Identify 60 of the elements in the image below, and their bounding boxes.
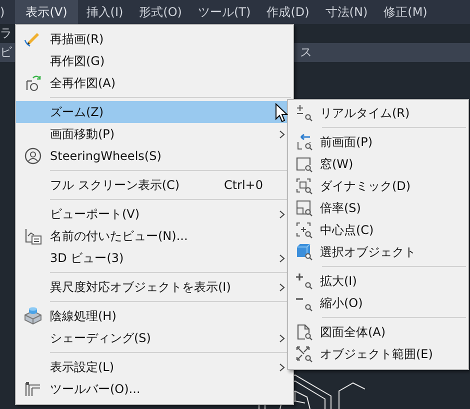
menu-item-label: 縮小(O) <box>320 294 364 312</box>
toolbar-label: ス <box>300 44 312 61</box>
menu-item-label: 拡大(I) <box>320 272 358 290</box>
dynamic-zoom-icon <box>295 177 313 195</box>
pencil-icon <box>24 30 42 48</box>
menu-item-label: ズーム(Z) <box>50 104 105 120</box>
menu-item[interactable]: ツールバー(O)... <box>16 378 293 400</box>
menu-bar-item[interactable]: 形式(O) <box>131 0 190 24</box>
menu-item-label: 異尺度対応オブジェクトを表示(I) <box>50 278 232 296</box>
menu-item-label: 表示設定(L) <box>50 358 116 376</box>
menu-bar-item[interactable]: 表示(V) <box>14 0 78 24</box>
refresh-drawing-icon <box>24 74 42 92</box>
menu-item[interactable]: ダイナミック(D) <box>288 175 468 197</box>
menu-item-label: 3D ビュー(3) <box>50 250 125 266</box>
menu-bar-item[interactable]: 修正(M) <box>376 0 436 24</box>
menu-item[interactable]: 再作図(G) <box>16 50 293 72</box>
menu-item-label: 再作図(G) <box>50 52 106 70</box>
menu-item-label: シェーディング(S) <box>50 330 152 346</box>
menu-item-label: 全再作図(A) <box>50 74 117 92</box>
plus-minus-zoom-icon <box>295 104 313 122</box>
menu-item-label: 再描画(R) <box>50 30 105 48</box>
menu-bar-item[interactable]: 寸法(N) <box>317 0 376 24</box>
center-zoom-icon <box>295 221 313 239</box>
menu-item-label: 中心点(C) <box>320 222 375 238</box>
menu-item-label: ツールバー(O)... <box>50 380 142 398</box>
toolbar-icon <box>24 380 42 398</box>
zoom-in-icon <box>295 272 313 290</box>
cursor-icon <box>275 103 288 123</box>
menu-bar-item[interactable]: ) <box>0 0 10 24</box>
menu-item-label: 図面全体(A) <box>320 324 387 340</box>
shortcut-label: Ctrl+0 <box>224 178 263 192</box>
scale-zoom-icon <box>295 199 313 217</box>
menu-bar-item[interactable]: ツール(T) <box>190 0 259 24</box>
menu-item-label: 倍率(S) <box>320 200 362 216</box>
previous-zoom-icon <box>295 133 313 151</box>
box-icon <box>24 307 42 325</box>
menu-item-label: オブジェクト範囲(E) <box>320 346 434 362</box>
menu-item-label: 前画面(P) <box>320 134 374 150</box>
menu-item-label: フル スクリーン表示(C) <box>50 176 181 194</box>
menu-item-label: 窓(W) <box>320 156 354 172</box>
menu-item-label: 陰線処理(H) <box>50 308 118 324</box>
menu-item-label: 名前の付いたビュー(N)... <box>50 228 189 244</box>
menu-item-label: 選択オブジェクト <box>320 244 417 260</box>
menu-item-label: リアルタイム(R) <box>320 104 411 122</box>
menu-bar-item[interactable]: 挿入(I) <box>78 0 132 24</box>
extents-zoom-icon <box>295 345 313 363</box>
page-zoom-icon <box>295 323 313 341</box>
named-view-icon <box>24 227 42 245</box>
cube-zoom-icon <box>295 243 313 261</box>
menu-item-label: SteeringWheels(S) <box>50 149 162 163</box>
menu-bar-item[interactable]: 作成(D) <box>258 0 318 24</box>
menu-item-label: ダイナミック(D) <box>320 178 412 194</box>
menu-item-label: 画面移動(P) <box>50 126 116 142</box>
toolbar-label: ビ <box>0 44 12 61</box>
menu-item-label: ビューポート(V) <box>50 206 141 222</box>
menu-item[interactable]: 再描画(R) <box>16 28 293 50</box>
window-zoom-icon <box>295 155 313 173</box>
toolbar-label: ラ <box>0 25 12 42</box>
menu-item[interactable]: 全再作図(A) <box>16 72 293 94</box>
steering-wheel-icon <box>24 147 42 165</box>
